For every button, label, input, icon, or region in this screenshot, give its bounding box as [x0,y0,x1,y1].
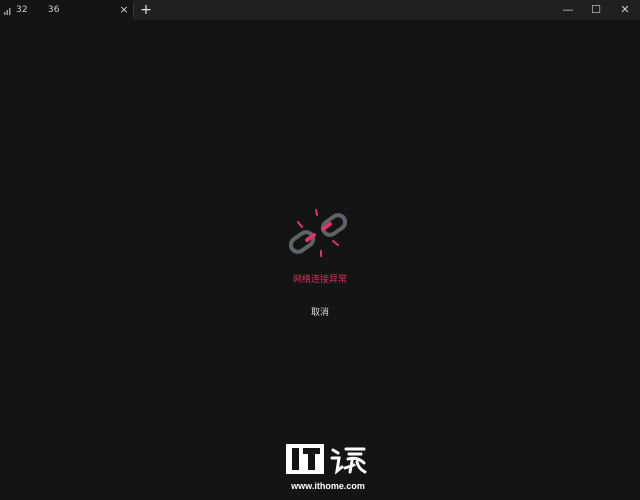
tab-close-button[interactable]: × [118,3,130,17]
title-bar: 32 36 × + — ☐ ✕ [0,0,640,20]
close-window-button[interactable]: ✕ [610,0,640,20]
logo-it-mark [286,444,324,474]
signal-icon [4,7,11,15]
cancel-button[interactable]: 取消 [300,305,340,321]
browser-tab[interactable]: 32 36 [0,0,133,20]
maximize-button[interactable]: ☐ [581,0,611,20]
new-tab-button[interactable]: + [139,2,153,18]
ithome-logo [286,444,370,478]
tab-title: 32 36 [16,5,60,15]
broken-link-icon [288,209,348,257]
tab-divider [133,3,134,17]
error-message: 网络连接异常 [292,275,347,285]
site-url: www.ithome.com [291,481,365,491]
logo-calligraphy-icon [330,447,367,475]
minimize-button[interactable]: — [553,0,583,20]
